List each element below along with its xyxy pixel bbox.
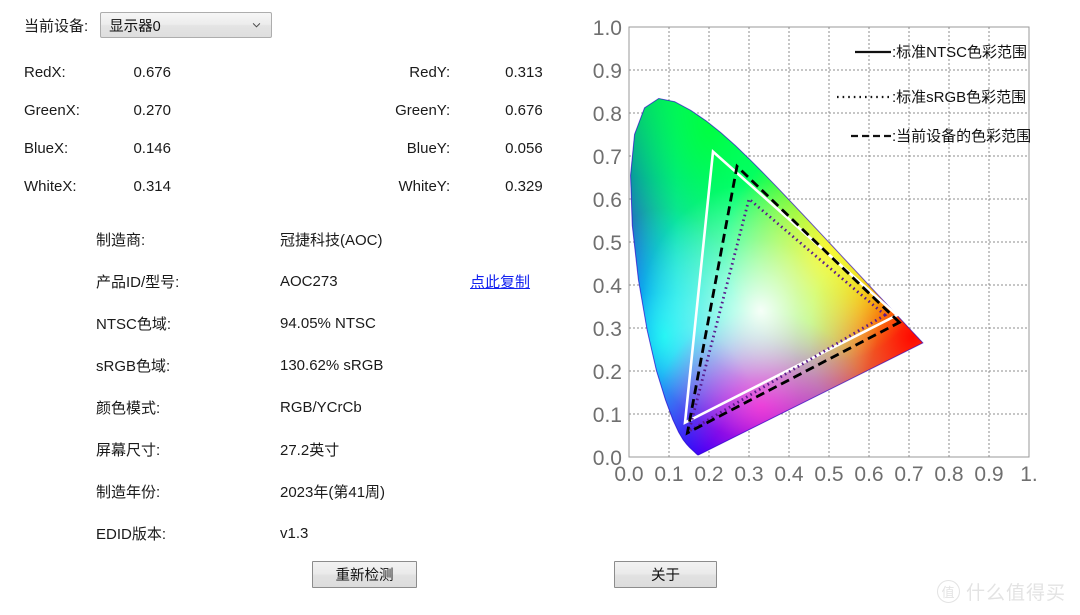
detail-key: 屏幕尺寸: [96,441,161,459]
legend-label: :标准NTSC色彩范围 [892,44,1027,61]
detail-value: 冠捷科技(AOC) [280,231,383,249]
coordinate-row: BlueX: 0.146 BlueY: 0.056 [24,129,559,167]
x-axis-tick-label: 0.1 [654,463,683,486]
y-axis-tick-label: 0.9 [593,60,622,83]
current-device-row: 当前设备: 显示器0 [24,12,273,38]
detail-value: 94.05% NTSC [280,314,376,332]
y-axis-tick-label: 0.1 [593,404,622,427]
y-axis-tick-label: 0.7 [593,146,622,169]
coordinate-value-bluey: 0.056 [505,139,543,157]
coordinate-value-greenx: 0.270 [133,101,171,119]
detail-value: 2023年(第41周) [280,483,386,501]
detail-key: EDID版本: [96,525,167,543]
y-axis-tick-label: 0.4 [593,275,623,298]
x-axis-tick-label: 0.8 [934,463,963,486]
coordinate-label-bluey: BlueY: [406,139,451,157]
coordinate-value-whitex: 0.314 [133,177,171,195]
y-axis-tick-label: 0.8 [593,103,622,126]
device-detail-list: 制造商: 冠捷科技(AOC) 产品ID/型号: AOC273 点此复制 NTSC… [96,218,566,554]
x-axis-tick-label: 0.5 [814,463,843,486]
legend-label: :当前设备的色彩范围 [892,128,1031,145]
coordinate-value-redy: 0.313 [505,63,543,81]
detail-value: AOC273 [280,272,338,290]
watermark-badge: 值 [936,580,960,603]
cie-chromaticity-chart: 0.0 0.1 0.2 0.3 0.4 0.5 0.6 0.7 0.8 0.9 1. 0.0 0.1 0.… [580,0,1080,615]
detail-row-screen-size: 屏幕尺寸: 27.2英寸 [96,428,566,470]
coordinate-label-whitex: WhiteX: [24,177,77,195]
chevron-down-icon [252,23,261,28]
copy-link[interactable]: 点此复制 [470,271,530,292]
x-axis-tick-label: 0.6 [854,463,883,486]
device-select[interactable]: 显示器0 [100,12,273,38]
coordinate-label-whitey: WhiteY: [398,177,451,195]
x-axis-tick-label: 0.4 [774,463,804,486]
detail-row-manufacturer: 制造商: 冠捷科技(AOC) [96,218,566,260]
current-device-label: 当前设备: [24,17,89,35]
detail-row-manufacture-year: 制造年份: 2023年(第41周) [96,470,566,512]
device-select-value: 显示器0 [109,18,161,35]
coordinate-label-redx: RedX: [24,63,66,81]
detail-row-srgb-gamut: sRGB色域: 130.62% sRGB [96,344,566,386]
coordinate-value-greeny: 0.676 [505,101,543,119]
detail-row-product-id: 产品ID/型号: AOC273 点此复制 [96,260,566,302]
recheck-button[interactable]: 重新检测 [312,561,417,588]
y-axis-tick-label: 0.0 [593,447,622,470]
detail-key: 制造商: [96,231,146,249]
y-axis-tick-label: 0.2 [593,361,622,384]
x-axis-tick-label: 1. [1020,463,1038,486]
coordinate-label-bluex: BlueX: [24,139,69,157]
coordinate-value-whitey: 0.329 [505,177,543,195]
x-axis-tick-label: 0.7 [894,463,923,486]
detail-key: NTSC色域: [96,315,172,333]
coordinate-label-greeny: GreenY: [395,101,451,119]
detail-key: 产品ID/型号: [96,273,180,291]
detail-row-color-mode: 颜色模式: RGB/YCrCb [96,386,566,428]
detail-key: sRGB色域: [96,357,171,375]
watermark-text: 什么值得买 [965,583,1066,604]
legend-label: :标准sRGB色彩范围 [892,89,1026,106]
coordinate-value-redx: 0.676 [133,63,171,81]
detail-key: 制造年份: [96,483,161,501]
detail-value: v1.3 [280,524,309,542]
detail-row-ntsc-gamut: NTSC色域: 94.05% NTSC [96,302,566,344]
coordinate-label-redy: RedY: [409,63,451,81]
detail-key: 颜色模式: [96,399,161,417]
y-axis-tick-label: 0.5 [593,232,622,255]
y-axis-tick-label: 0.6 [593,189,622,212]
watermark: 值 什么值得买 [936,578,1066,605]
x-axis-tick-label: 0.9 [974,463,1003,486]
detail-value: 130.62% sRGB [280,356,384,374]
coordinate-label-greenx: GreenX: [24,101,80,119]
detail-row-edid-version: EDID版本: v1.3 [96,512,566,554]
x-axis-tick-label: 0.2 [694,463,723,486]
y-axis-tick-label: 0.3 [593,318,622,341]
detail-value: RGB/YCrCb [280,398,362,416]
y-axis-tick-label: 1.0 [593,17,622,40]
detail-value: 27.2英寸 [280,441,340,459]
coordinate-row: WhiteX: 0.314 WhiteY: 0.329 [24,167,559,205]
info-panel: 当前设备: 显示器0 RedX: 0.676 RedY: 0.313 Green… [0,0,580,615]
coordinate-row: RedX: 0.676 RedY: 0.313 [24,53,559,91]
coordinate-row: GreenX: 0.270 GreenY: 0.676 [24,91,559,129]
chromaticity-coordinates: RedX: 0.676 RedY: 0.313 GreenX: 0.270 Gr… [24,53,559,205]
coordinate-value-bluex: 0.146 [133,139,171,157]
x-axis-tick-label: 0.3 [734,463,763,486]
chromaticity-plot: 0.0 0.1 0.2 0.3 0.4 0.5 0.6 0.7 0.8 0.9 1.0.00.10.… [593,17,1038,486]
